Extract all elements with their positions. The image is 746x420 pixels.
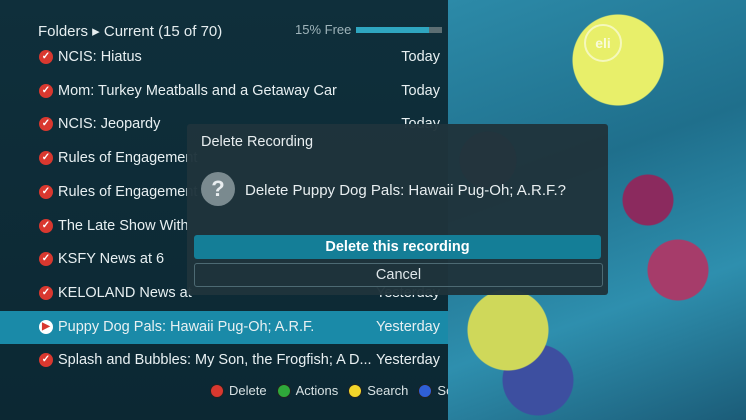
- check-icon: ✓: [39, 285, 53, 300]
- yellow-button-icon: [348, 383, 363, 398]
- recording-row[interactable]: ▶ Puppy Dog Pals: Hawaii Pug-Oh; A.R.F. Ye…: [0, 310, 448, 344]
- brand-logo: eli: [584, 24, 622, 62]
- question-icon: ?: [201, 172, 235, 206]
- recording-title: NCIS: Jeopardy: [58, 116, 161, 133]
- check-icon: ✓: [39, 151, 53, 166]
- recording-date: Yesterday: [376, 318, 440, 335]
- recording-date: Yesterday: [376, 352, 440, 369]
- recording-date: Today: [401, 82, 440, 99]
- breadcrumb: Folders ▸ Current (15 of 70): [38, 23, 223, 40]
- check-icon: ✓: [39, 353, 53, 368]
- recording-title: KSFY News at 6: [58, 251, 165, 268]
- recording-title: NCIS: Hiatus: [58, 49, 142, 65]
- legend-search[interactable]: Search: [348, 383, 408, 398]
- recording-row[interactable]: ✓ NCIS: Hiatus Today: [0, 41, 448, 74]
- check-icon: ✓: [39, 252, 53, 267]
- check-icon: ✓: [39, 218, 53, 233]
- legend-delete[interactable]: Delete: [210, 383, 267, 398]
- recording-title: Splash and Bubbles: My Son, the Frogfish…: [58, 352, 372, 369]
- dialog-title: Delete Recording: [201, 134, 314, 150]
- red-button-icon: [210, 383, 224, 398]
- recording-title: Puppy Dog Pals: Hawaii Pug-Oh; A.R.F.: [58, 318, 315, 335]
- recording-title: KELOLAND News at: [58, 284, 192, 301]
- check-icon: ✓: [39, 50, 53, 64]
- green-button-icon: [276, 383, 291, 398]
- recording-title: The Late Show With: [58, 217, 189, 234]
- storage-bar: [356, 27, 442, 33]
- delete-dialog: Delete Recording ? Delete Puppy Dog Pals…: [187, 124, 608, 295]
- recording-row[interactable]: ✓ Splash and Bubbles: My Son, the Frogfis…: [0, 344, 448, 377]
- dialog-message: Delete Puppy Dog Pals: Hawaii Pug-Oh; A.…: [245, 182, 566, 199]
- check-icon: ✓: [39, 184, 53, 199]
- delete-recording-button[interactable]: Delete this recording: [194, 235, 601, 259]
- recording-date: Today: [401, 49, 440, 65]
- storage-bar-fill: [356, 27, 430, 33]
- recording-row[interactable]: ✓ Mom: Turkey Meatballs and a Getaway Car…: [0, 75, 448, 108]
- play-icon: ▶: [39, 319, 53, 334]
- cancel-button[interactable]: Cancel: [194, 263, 603, 287]
- recording-title: Rules of Engagement: [58, 150, 198, 167]
- check-icon: ✓: [39, 117, 53, 132]
- recording-title: Mom: Turkey Meatballs and a Getaway Car: [58, 82, 337, 99]
- legend-actions[interactable]: Actions: [276, 383, 338, 398]
- check-icon: ✓: [39, 83, 53, 98]
- blue-button-icon: [418, 383, 433, 398]
- storage-free-label: 15% Free: [295, 22, 352, 37]
- recording-title: Rules of Engagement: [58, 183, 198, 200]
- button-legend: Delete Actions Search Sort: [210, 383, 461, 398]
